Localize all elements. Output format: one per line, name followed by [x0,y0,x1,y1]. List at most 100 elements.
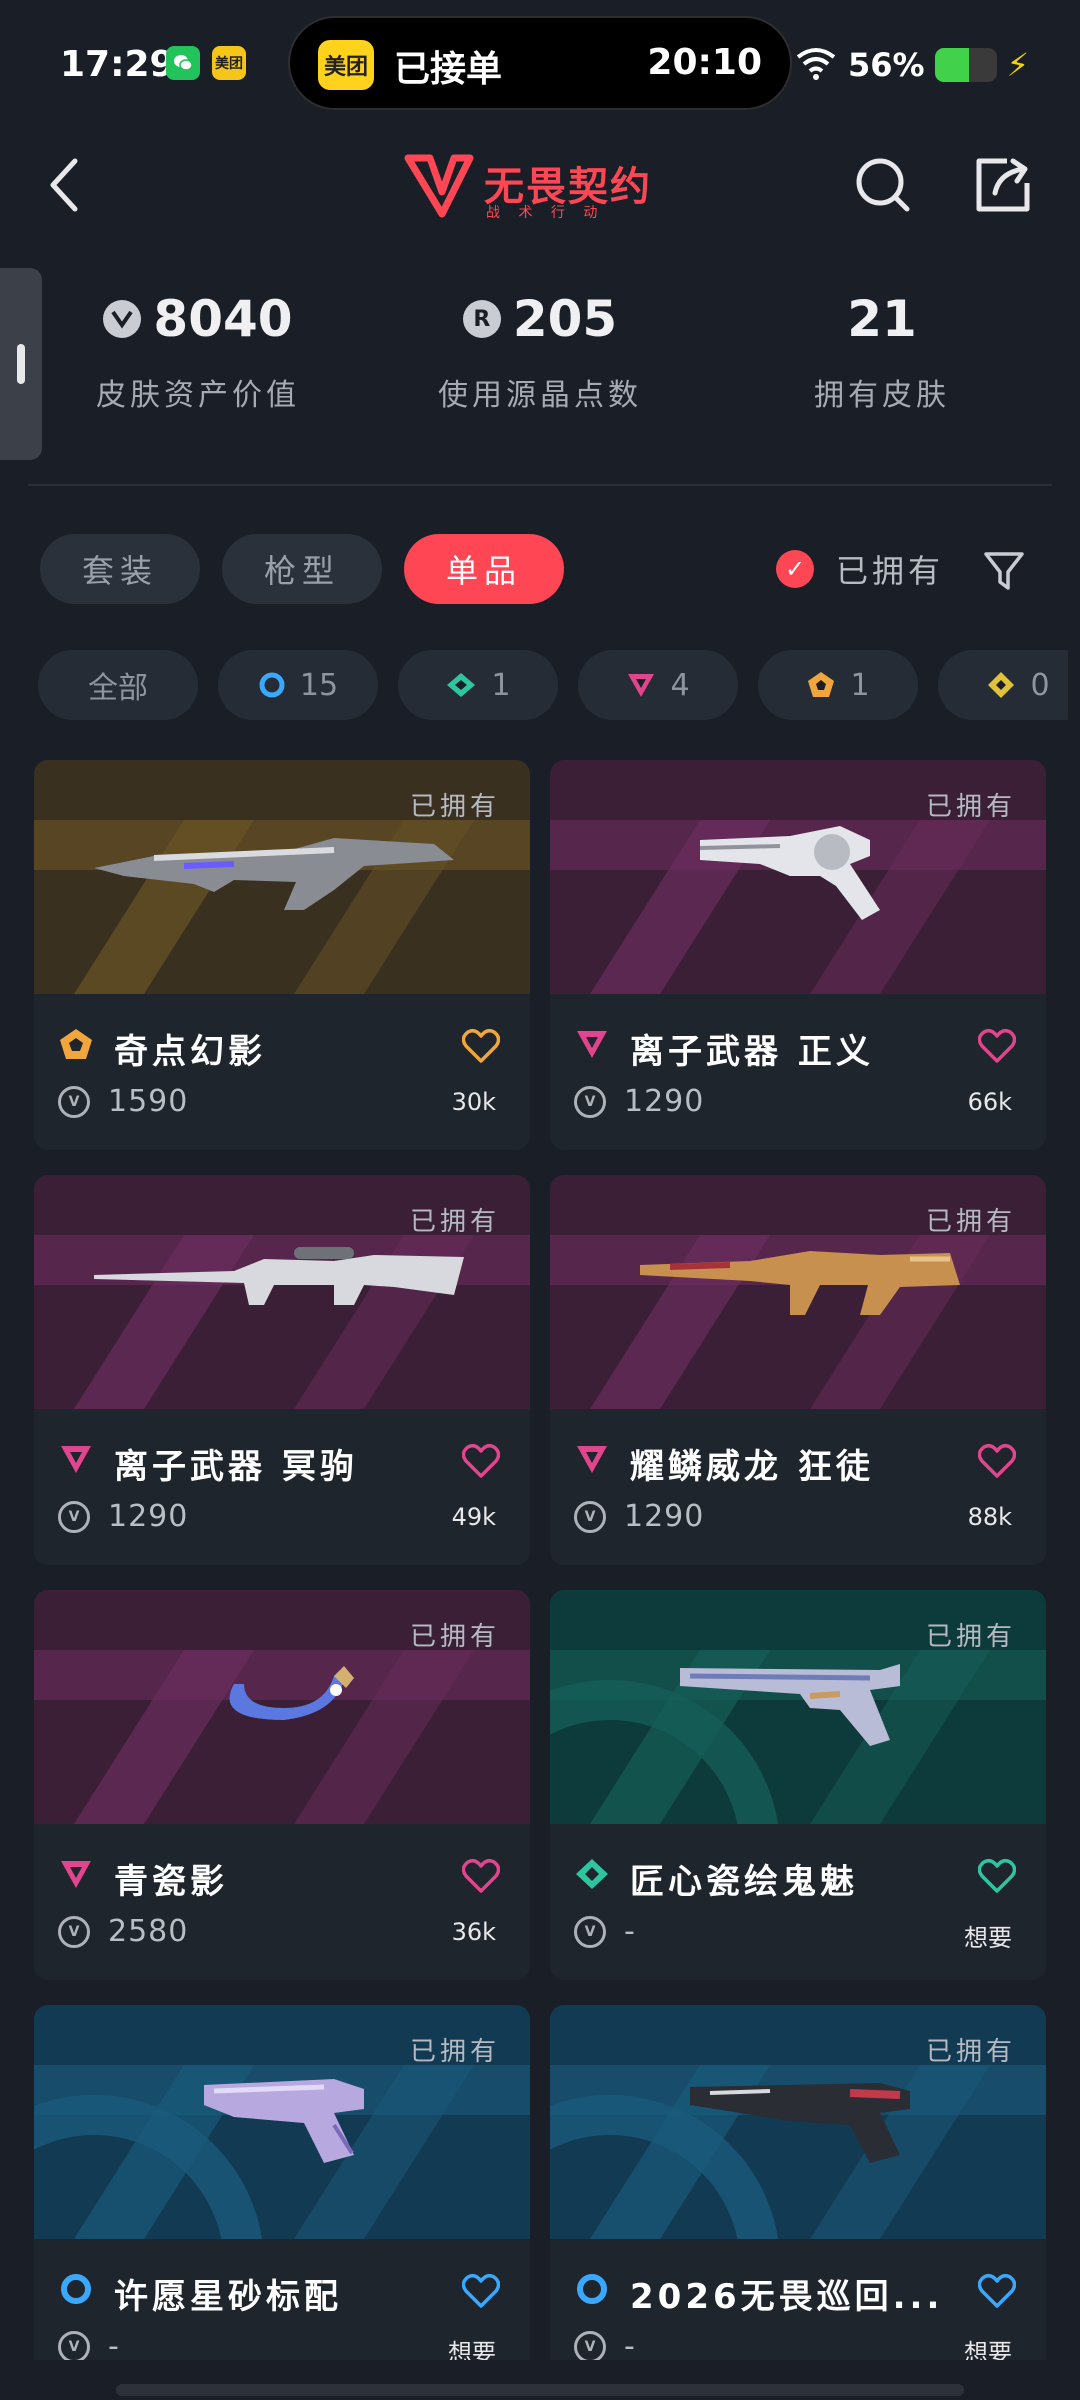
skin-name: 匠心瓷绘鬼魅 [630,1862,858,1902]
chip-count: 1 [491,667,511,703]
chip-exclusive[interactable]: 1 [758,650,918,720]
chip-count: 4 [670,667,690,703]
skin-info: 2026无畏巡回... V - 想要 [550,2239,1046,2360]
stat-radianite-points: R 205 使用源晶点数 [410,290,670,414]
heart-icon[interactable] [978,2273,1016,2309]
skin-image: 已拥有 [550,2005,1046,2239]
back-button[interactable] [30,150,100,220]
skin-price: 1290 [624,1084,705,1119]
island-status-text: 已接单 [394,49,503,90]
select-ring-icon [259,672,285,698]
skin-name: 耀鳞威龙 狂徒 [630,1447,874,1487]
skin-info: 耀鳞威龙 狂徒 V 1290 88k [550,1409,1046,1565]
stat-value: 21 [847,290,917,348]
logo-subtitle: 战 术 行 动 [486,205,605,221]
battery-icon [934,48,997,82]
vp-coin-icon: V [574,1500,606,1533]
rarity-filter-bar: 全部 15 1 4 1 0 [38,650,1068,722]
premium-triangle-icon [577,1031,607,1058]
skin-price: 2580 [108,1914,189,1949]
skin-grid: 已拥有 奇点幻影 V 1590 30k 已拥有 离子武器 正义 V 1290 6… [34,760,1046,2360]
tab-single-items[interactable]: 单品 [404,534,564,604]
skin-info: 匠心瓷绘鬼魅 V - 想要 [550,1824,1046,1980]
price-row: V 1590 [58,1084,188,1119]
charging-icon: ⚡ [1006,46,1030,84]
meituan-logo: 美团 [318,40,374,90]
heart-icon[interactable] [462,1858,500,1894]
price-row: V 1290 [574,1499,704,1534]
heart-icon[interactable] [462,2273,500,2309]
vp-coin-icon: V [58,1085,90,1118]
vp-coin-icon: V [574,2330,606,2360]
skin-card[interactable]: 已拥有 青瓷影 V 2580 36k [34,1590,530,1980]
price-row: V 1290 [574,1084,704,1119]
tab-bundles[interactable]: 套装 [40,534,200,604]
heart-icon[interactable] [978,1858,1016,1894]
search-icon [856,158,910,212]
search-button[interactable] [848,150,918,220]
chip-deluxe[interactable]: 1 [398,650,558,720]
vp-coin-icon [103,300,142,338]
ultra-diamond-icon [988,672,1015,698]
stat-label: 拥有皮肤 [814,378,950,413]
stat-label: 皮肤资产价值 [96,378,300,413]
share-button[interactable] [968,150,1038,220]
gesture-bar[interactable] [116,2384,964,2396]
owned-tag: 已拥有 [409,1207,500,1237]
vp-coin-icon: V [58,1500,90,1533]
stat-label: 使用源晶点数 [438,378,642,413]
skin-name: 2026无畏巡回... [630,2277,944,2317]
stat-value: 205 [512,290,618,348]
like-count: 36k [451,1918,496,1946]
heart-icon[interactable] [978,1443,1016,1479]
skin-price: 1290 [108,1499,189,1534]
chip-count: 1 [850,667,870,703]
chip-count: 15 [299,667,339,703]
chip-all[interactable]: 全部 [38,650,198,720]
skin-card[interactable]: 已拥有 2026无畏巡回... V - 想要 [550,2005,1046,2360]
skin-card[interactable]: 已拥有 奇点幻影 V 1590 30k [34,760,530,1150]
chip-ultra[interactable]: 0 [938,650,1068,720]
vp-coin-icon: V [58,2330,90,2360]
tab-weapon-types[interactable]: 枪型 [222,534,382,604]
skin-info: 离子武器 冥驹 V 1290 49k [34,1409,530,1565]
owned-tag: 已拥有 [409,792,500,822]
dynamic-island[interactable]: 美团 已接单 20:10 [288,16,792,110]
like-count: 想要 [448,2339,496,2360]
price-row: V 2580 [58,1914,188,1949]
skin-price: - [624,2329,636,2360]
like-count: 66k [967,1088,1012,1116]
skin-price: - [108,2329,120,2360]
skin-image: 已拥有 [34,760,530,994]
skin-image: 已拥有 [550,1590,1046,1824]
side-drawer-handle[interactable] [0,268,42,460]
owned-filter-toggle[interactable]: ✓ 已拥有 [776,546,944,592]
skin-card[interactable]: 已拥有 离子武器 正义 V 1290 66k [550,760,1046,1150]
owned-tag: 已拥有 [925,792,1016,822]
battery-fill [934,48,970,82]
like-count: 想要 [964,2339,1012,2360]
skin-card[interactable]: 已拥有 离子武器 冥驹 V 1290 49k [34,1175,530,1565]
exclusive-pentagon-icon [808,672,835,697]
heart-icon[interactable] [462,1443,500,1479]
skin-price: 1590 [108,1084,189,1119]
skin-info: 许愿星砂标配 V - 想要 [34,2239,530,2360]
price-row: V - [58,2329,120,2360]
price-row: V 1290 [58,1499,188,1534]
heart-icon[interactable] [978,1028,1016,1064]
skin-card[interactable]: 已拥有 许愿星砂标配 V - 想要 [34,2005,530,2360]
heart-icon[interactable] [462,1028,500,1064]
filter-button[interactable] [976,542,1032,598]
app-header: 无畏契约 战 术 行 动 [0,130,1080,240]
checkmark-icon: ✓ [776,550,814,588]
like-count: 49k [451,1503,496,1531]
skin-image: 已拥有 [34,2005,530,2239]
skin-card[interactable]: 已拥有 耀鳞威龙 狂徒 V 1290 88k [550,1175,1046,1565]
skin-card[interactable]: 已拥有 匠心瓷绘鬼魅 V - 想要 [550,1590,1046,1980]
owned-tag: 已拥有 [925,2037,1016,2067]
chip-select[interactable]: 15 [218,650,378,720]
chevron-left-icon [50,158,78,212]
wifi-icon [794,45,838,85]
chip-premium[interactable]: 4 [578,650,738,720]
share-icon [976,158,1030,212]
